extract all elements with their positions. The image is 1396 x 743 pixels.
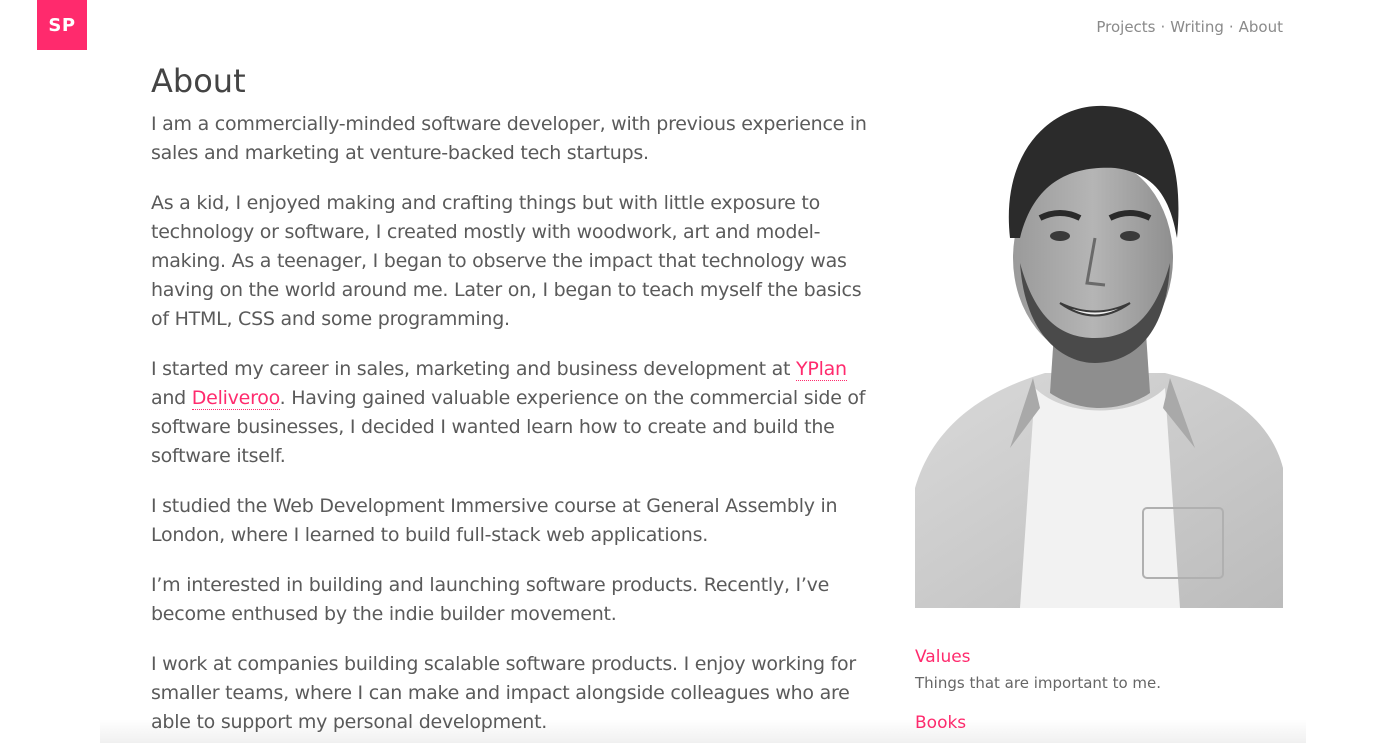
nav-separator: · — [1160, 18, 1166, 36]
page: SP Projects · Writing · About About I am… — [0, 0, 1396, 743]
yplan-link[interactable]: YPlan — [796, 358, 847, 381]
career-text-mid: and — [151, 387, 192, 409]
education-paragraph: I studied the Web Development Immersive … — [151, 495, 838, 546]
top-navigation: Projects · Writing · About — [1096, 18, 1283, 36]
logo-home-link[interactable]: SP — [37, 0, 87, 50]
nav-projects-link[interactable]: Projects — [1096, 18, 1155, 36]
page-title: About — [151, 62, 246, 100]
interests-paragraph: I’m interested in building and launching… — [151, 574, 830, 625]
portrait-image — [915, 105, 1283, 608]
nav-writing-link[interactable]: Writing — [1170, 18, 1224, 36]
sidebar-links: Values Things that are important to me. … — [915, 645, 1283, 735]
career-text-start: I started my career in sales, marketing … — [151, 358, 797, 380]
intro-paragraph: I am a commercially-minded software deve… — [151, 113, 867, 164]
childhood-paragraph: As a kid, I enjoyed making and crafting … — [151, 192, 862, 330]
work-paragraph: I work at companies building scalable so… — [151, 653, 856, 733]
nav-separator: · — [1228, 18, 1234, 36]
career-paragraph: I started my career in sales, marketing … — [151, 355, 871, 471]
values-link[interactable]: Values — [915, 645, 1283, 669]
books-link[interactable]: Books — [915, 711, 1283, 735]
profile-photo — [915, 88, 1283, 608]
about-content: About I am a commercially-minded softwar… — [151, 60, 871, 743]
deliveroo-link[interactable]: Deliveroo — [191, 387, 280, 410]
nav-about-link[interactable]: About — [1239, 18, 1283, 36]
values-description: Things that are important to me. — [915, 674, 1162, 692]
